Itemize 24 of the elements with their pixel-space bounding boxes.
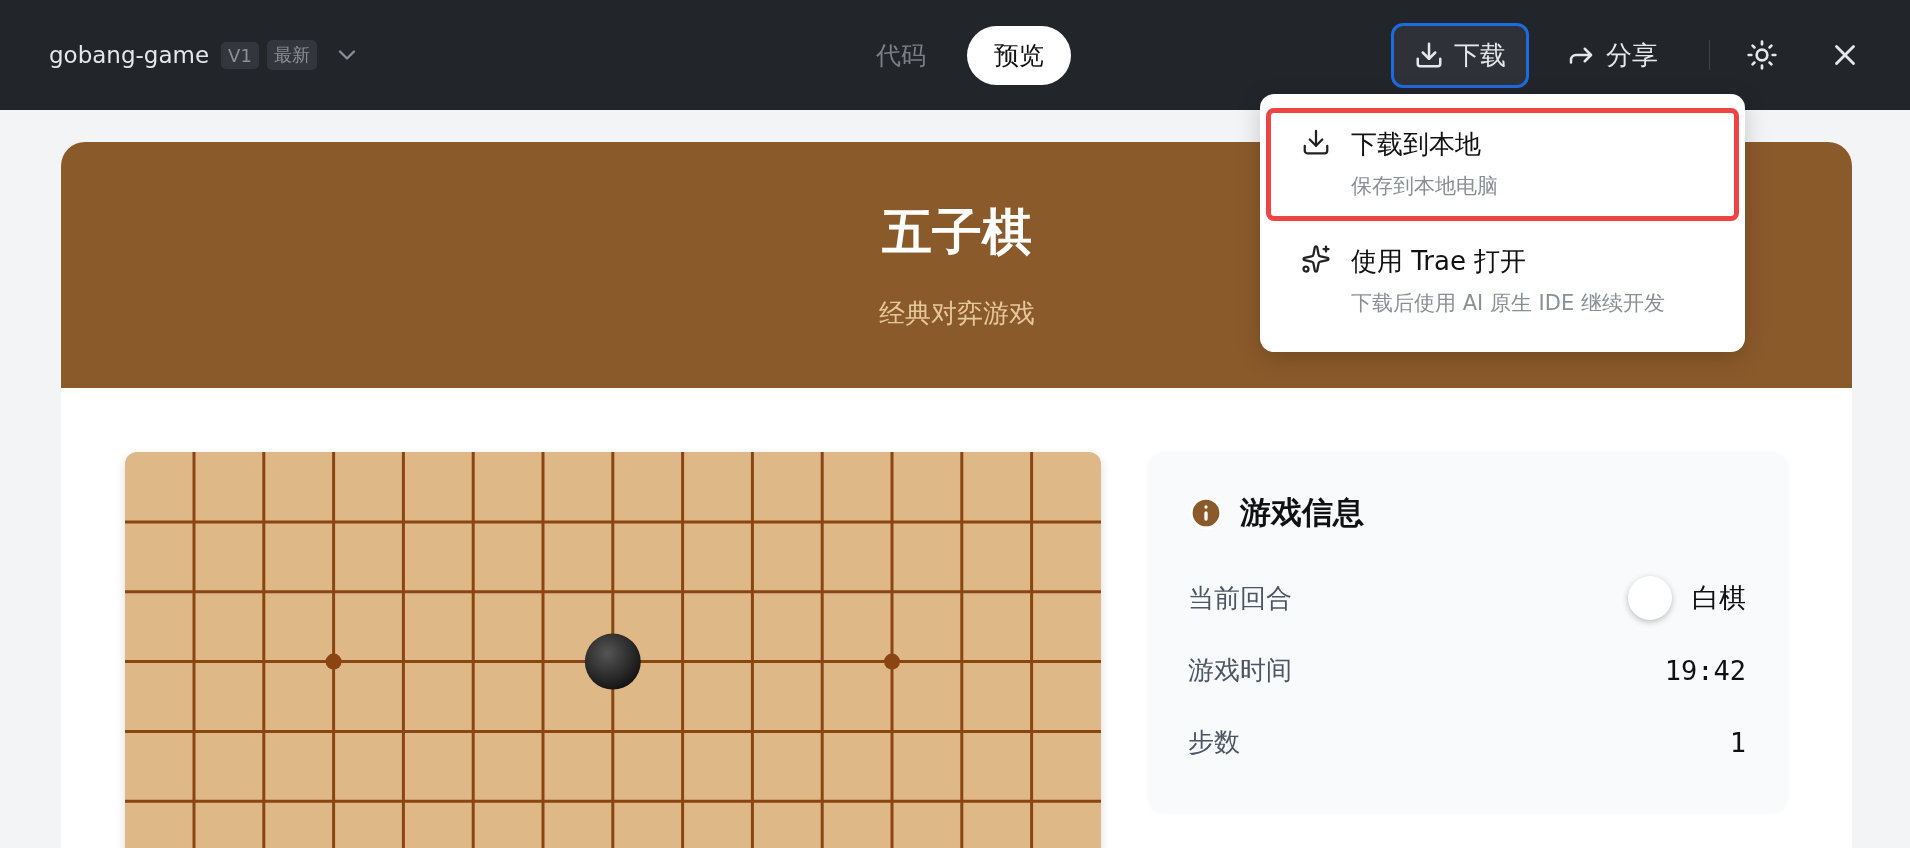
info-label: 步数 [1188, 725, 1240, 759]
menu-item[interactable]: 使用 Trae 打开 下载后使用 AI 原生 IDE 继续开发 [1266, 225, 1739, 338]
project-title: gobang-game [49, 42, 210, 68]
version-badge: 最新 [266, 40, 317, 70]
info-value: 1 [1729, 726, 1746, 758]
view-tab[interactable]: 代码 [848, 25, 953, 85]
download-button[interactable]: 下载 [1391, 22, 1529, 88]
game-board-drawing[interactable] [125, 452, 1101, 848]
download-icon [1414, 40, 1444, 70]
stone-icon [1628, 576, 1672, 620]
view-tab[interactable]: 预览 [966, 25, 1071, 85]
version-badge: V1 [221, 41, 259, 69]
panel-title: 游戏信息 [1240, 493, 1364, 532]
info-value: 19:42 [1664, 654, 1746, 686]
info-icon [1188, 495, 1224, 531]
game-subtitle: 经典对弈游戏 [878, 297, 1035, 330]
info-label: 游戏时间 [1188, 653, 1292, 687]
share-button[interactable]: 分享 [1543, 22, 1681, 88]
info-label: 当前回合 [1188, 581, 1292, 615]
menu-item[interactable]: 下载到本地 保存到本地电脑 [1266, 108, 1739, 221]
info-value: 白棋 [1692, 581, 1746, 615]
download-tray-icon [1301, 127, 1331, 157]
game-title: 五子棋 [881, 202, 1032, 263]
sparkle-icon [1301, 244, 1331, 274]
